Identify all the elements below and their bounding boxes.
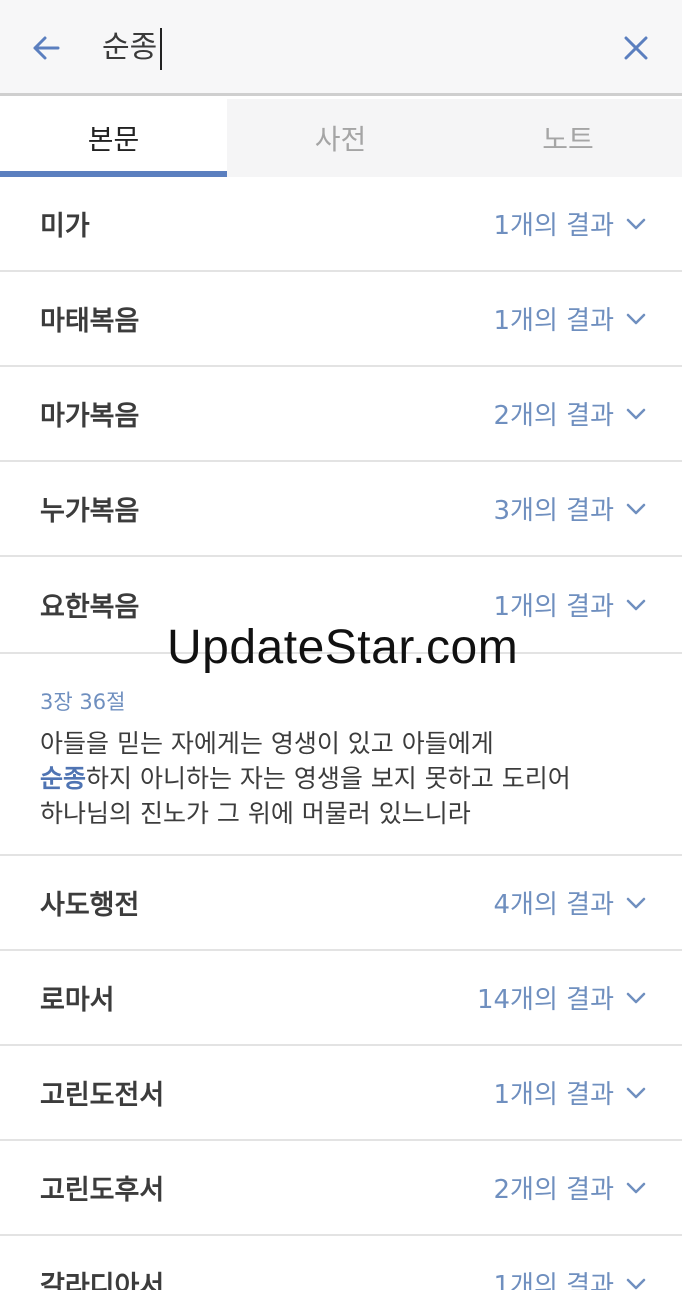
result-count: 1개의 결과 bbox=[494, 586, 647, 623]
result-row-1-corinthians[interactable]: 고린도전서 1개의 결과 bbox=[0, 1046, 682, 1141]
book-name: 사도행전 bbox=[40, 890, 140, 921]
result-count: 1개의 결과 bbox=[494, 205, 647, 242]
result-row-2-corinthians[interactable]: 고린도후서 2개의 결과 bbox=[0, 1141, 682, 1236]
results-list: 미가 1개의 결과 마태복음 1개의 결과 마가복음 2개의 결과 누가복음 3… bbox=[0, 177, 682, 1290]
chevron-down-icon bbox=[626, 1278, 646, 1290]
result-count-label: 1개의 결과 bbox=[493, 306, 615, 336]
result-count-label: 1개의 결과 bbox=[493, 1080, 615, 1110]
chevron-down-icon bbox=[626, 218, 646, 230]
verse-result[interactable]: 3장 36절 아들을 믿는 자에게는 영생이 있고 아들에게 순종하지 아니하는… bbox=[0, 654, 682, 856]
result-count: 1개의 결과 bbox=[494, 1265, 647, 1290]
tab-notes[interactable]: 노트 bbox=[454, 99, 682, 177]
chevron-down-icon bbox=[626, 599, 646, 611]
verse-line: 아들을 믿는 자에게는 영생이 있고 아들에게 bbox=[40, 729, 494, 758]
book-name: 고린도전서 bbox=[40, 1080, 165, 1111]
result-count: 2개의 결과 bbox=[494, 395, 647, 432]
chevron-down-icon bbox=[626, 1182, 646, 1194]
result-count: 3개의 결과 bbox=[494, 490, 647, 527]
chevron-down-icon bbox=[626, 897, 646, 909]
result-count-label: 2개의 결과 bbox=[493, 1175, 615, 1205]
result-count: 1개의 결과 bbox=[494, 1074, 647, 1111]
back-button[interactable] bbox=[26, 28, 66, 68]
result-count-label: 1개의 결과 bbox=[493, 592, 615, 622]
book-name: 누가복음 bbox=[40, 496, 140, 527]
tab-dictionary[interactable]: 사전 bbox=[227, 99, 454, 177]
result-count-label: 3개의 결과 bbox=[493, 496, 615, 526]
chevron-down-icon bbox=[626, 1087, 646, 1099]
chevron-down-icon bbox=[626, 992, 646, 1004]
result-row-acts[interactable]: 사도행전 4개의 결과 bbox=[0, 856, 682, 951]
result-row-matthew[interactable]: 마태복음 1개의 결과 bbox=[0, 272, 682, 367]
text-cursor bbox=[160, 28, 162, 70]
result-row-romans[interactable]: 로마서 14개의 결과 bbox=[0, 951, 682, 1046]
arrow-left-icon bbox=[33, 36, 60, 60]
book-name: 미가 bbox=[40, 211, 90, 242]
book-name: 로마서 bbox=[40, 985, 115, 1016]
result-count-label: 1개의 결과 bbox=[493, 211, 615, 241]
search-highlight: 순종 bbox=[40, 764, 87, 793]
tab-bar: 본문 사전 노트 bbox=[0, 99, 682, 177]
clear-search-button[interactable] bbox=[614, 26, 658, 70]
book-name: 고린도후서 bbox=[40, 1175, 165, 1206]
book-name: 마가복음 bbox=[40, 401, 140, 432]
book-name: 마태복음 bbox=[40, 306, 140, 337]
verse-text: 아들을 믿는 자에게는 영생이 있고 아들에게 순종하지 아니하는 자는 영생을… bbox=[40, 726, 642, 831]
book-name: 갈라디아서 bbox=[40, 1271, 165, 1290]
result-count: 14개의 결과 bbox=[477, 979, 646, 1016]
result-count: 1개의 결과 bbox=[494, 300, 647, 337]
result-count-label: 2개의 결과 bbox=[493, 401, 615, 431]
watermark: UpdateStar.com bbox=[167, 621, 519, 674]
result-row-luke[interactable]: 누가복음 3개의 결과 bbox=[0, 462, 682, 557]
result-row-micah[interactable]: 미가 1개의 결과 bbox=[0, 177, 682, 272]
result-count: 2개의 결과 bbox=[494, 1169, 647, 1206]
verse-line: 하나님의 진노가 그 위에 머물러 있느니라 bbox=[40, 799, 471, 828]
chevron-down-icon bbox=[626, 408, 646, 420]
verse-line: 하지 아니하는 자는 영생을 보지 못하고 도리어 bbox=[86, 764, 571, 793]
result-count-label: 14개의 결과 bbox=[476, 985, 614, 1015]
tab-text[interactable]: 본문 bbox=[0, 99, 227, 177]
verse-reference: 3장 36절 bbox=[40, 690, 126, 714]
search-bar: 순종 bbox=[0, 0, 682, 96]
result-row-mark[interactable]: 마가복음 2개의 결과 bbox=[0, 367, 682, 462]
chevron-down-icon bbox=[626, 313, 646, 325]
result-count-label: 4개의 결과 bbox=[493, 890, 615, 920]
search-input[interactable]: 순종 bbox=[102, 26, 157, 70]
close-icon bbox=[624, 36, 648, 60]
book-name: 요한복음 bbox=[40, 592, 140, 623]
result-count-label: 1개의 결과 bbox=[493, 1271, 615, 1290]
chevron-down-icon bbox=[626, 503, 646, 515]
result-row-galatians[interactable]: 갈라디아서 1개의 결과 bbox=[0, 1236, 682, 1290]
result-count: 4개의 결과 bbox=[494, 884, 647, 921]
